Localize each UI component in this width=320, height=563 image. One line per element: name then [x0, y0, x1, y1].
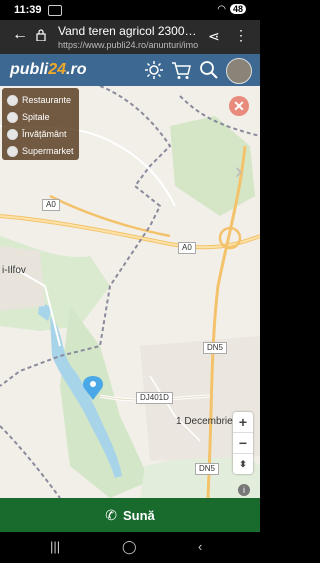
browser-toolbar: ← Vand teren agricol 2300 m... https://w… — [0, 20, 260, 54]
avatar[interactable] — [226, 58, 252, 84]
radio-icon[interactable] — [7, 128, 18, 140]
site-header: publi24.ro — [0, 54, 260, 86]
search-icon[interactable] — [198, 59, 220, 81]
wifi-icon: ◠ — [217, 4, 226, 15]
poi-legend: Restaurante Spitale Învățământ Supermark… — [2, 88, 79, 160]
call-button[interactable]: ✆ Sună — [0, 498, 260, 532]
radio-icon[interactable] — [7, 111, 18, 123]
clock: 11:39 — [14, 4, 42, 16]
radio-icon[interactable] — [7, 145, 18, 157]
recent-apps-icon[interactable]: ||| — [50, 539, 60, 554]
zoom-in-button[interactable]: + — [233, 412, 253, 433]
battery-level: 48 — [229, 4, 246, 14]
legend-item-restaurante[interactable]: Restaurante — [7, 92, 71, 108]
zoom-out-button[interactable]: − — [233, 433, 253, 454]
back-arrow-icon[interactable]: ← — [12, 26, 28, 44]
legend-item-invatamant[interactable]: Învățământ — [7, 126, 67, 142]
place-label-1-decembrie: 1 Decembrie — [176, 416, 233, 427]
home-icon[interactable]: ◯ — [122, 539, 137, 555]
share-icon[interactable]: ⋖ — [208, 28, 220, 45]
map-view[interactable]: Restaurante Spitale Învățământ Supermark… — [0, 86, 260, 498]
road-label-dn5: DN5 — [203, 342, 228, 354]
chevron-right-icon[interactable]: › — [235, 158, 242, 184]
system-nav-bar: ||| ◯ ‹ — [0, 532, 260, 563]
more-options-icon[interactable]: ⋮ — [234, 27, 248, 44]
phone-icon: ✆ — [105, 506, 117, 523]
road-label-dj401d: DJ401D — [136, 392, 173, 404]
theme-sun-icon[interactable] — [143, 59, 165, 81]
place-label-ilfov: i-Ilfov — [2, 265, 26, 276]
lock-icon — [36, 29, 46, 41]
settlement-area — [0, 246, 45, 311]
site-logo[interactable]: publi24.ro — [10, 61, 86, 79]
compass-icon[interactable]: ⬍ — [233, 454, 253, 474]
back-icon[interactable]: ‹ — [198, 539, 202, 554]
page-title[interactable]: Vand teren agricol 2300 m... — [58, 24, 198, 38]
motorway-ramp — [49, 194, 171, 238]
legend-item-supermarket[interactable]: Supermarket — [7, 143, 74, 159]
admin-boundary-southwest — [0, 425, 61, 498]
status-bar: 11:39 ◠ 48 — [0, 0, 260, 20]
road-label-a0-east: A0 — [178, 242, 196, 254]
call-label: Sună — [122, 507, 155, 523]
legend-item-spitale[interactable]: Spitale — [7, 109, 50, 125]
close-icon[interactable]: ✕ — [229, 96, 249, 116]
road-label-a0: A0 — [42, 199, 60, 211]
map-info-icon[interactable]: i — [238, 484, 250, 496]
radio-icon[interactable] — [7, 94, 18, 106]
road-label-dn5-south: DN5 — [195, 463, 220, 475]
zoom-controls: + − ⬍ — [233, 412, 253, 474]
screen-record-icon — [48, 5, 62, 16]
cart-icon[interactable] — [170, 59, 192, 81]
url-text[interactable]: https://www.publi24.ro/anunturi/imobilia… — [58, 40, 198, 50]
